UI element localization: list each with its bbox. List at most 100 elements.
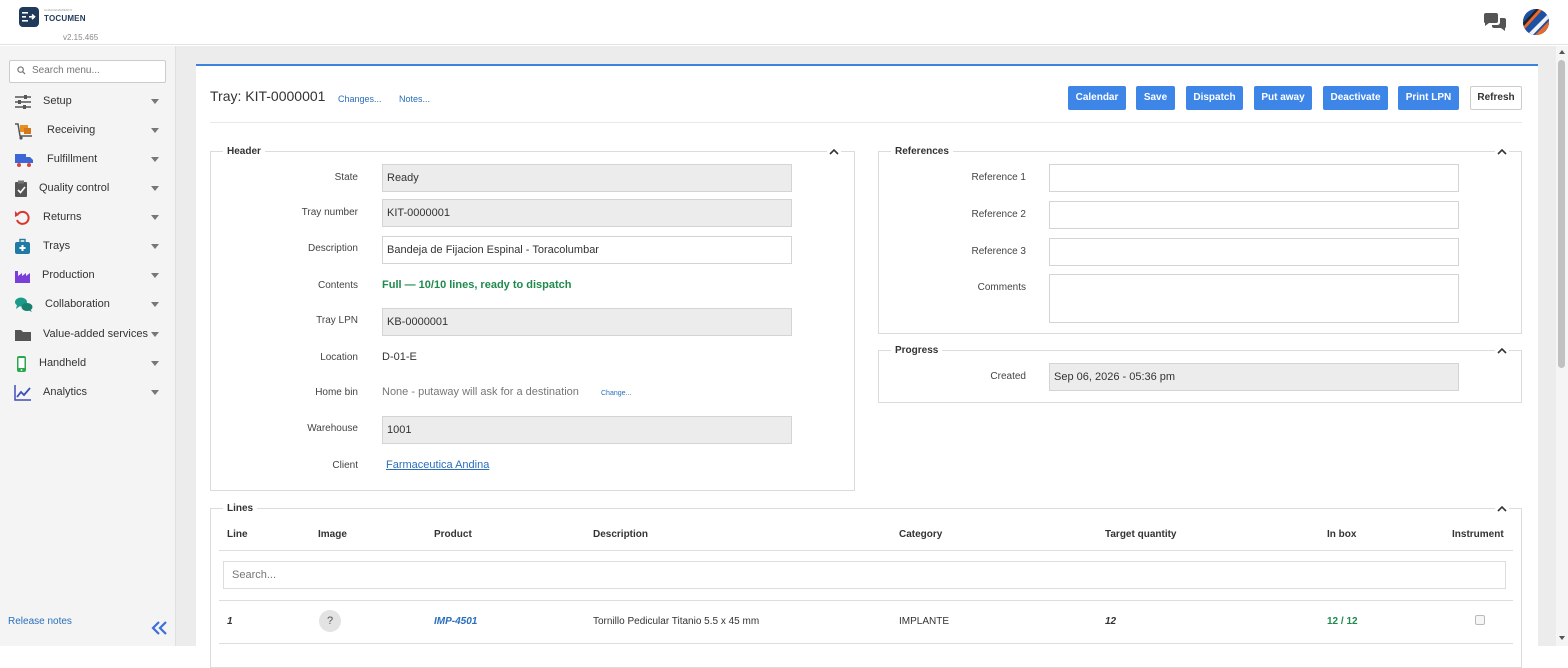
reference-2-label: Reference 2 <box>971 209 1026 220</box>
search-icon <box>17 66 26 78</box>
dolly-icon <box>14 122 32 140</box>
dispatch-button[interactable]: Dispatch <box>1186 86 1243 110</box>
chevron-down-icon <box>151 244 159 249</box>
save-button[interactable]: Save <box>1136 86 1175 110</box>
reference-3-label: Reference 3 <box>971 246 1026 257</box>
double-chevron-left-icon[interactable] <box>151 621 169 635</box>
sidebar-item-receiving[interactable]: Receiving <box>0 118 176 144</box>
medical-kit-icon <box>14 238 32 256</box>
in-box-count: 12 / 12 <box>1327 616 1358 627</box>
search-menu-input[interactable] <box>32 65 162 76</box>
lines-legend: Lines <box>223 503 258 514</box>
chevron-up-icon[interactable] <box>1495 345 1509 357</box>
chevron-up-icon[interactable] <box>1495 503 1509 515</box>
sidebar-item-label: Production <box>42 269 95 281</box>
warehouse-label: Warehouse <box>307 423 358 434</box>
chevron-down-icon <box>151 99 159 104</box>
reference-3-input[interactable] <box>1049 238 1459 266</box>
sidebar-item-label: Fulfillment <box>47 153 98 165</box>
progress-fieldset: Progress Created Sep 06, 2026 - 05:36 pm <box>878 345 1522 403</box>
sidebar-item-quality-control[interactable]: Quality control <box>0 176 176 202</box>
divider <box>210 122 1522 123</box>
target-quantity: 12 <box>1105 616 1117 627</box>
column-header-image[interactable]: Image <box>318 529 347 540</box>
scroll-up-icon[interactable] <box>1559 50 1565 54</box>
sidebar-item-analytics[interactable]: Analytics <box>0 380 176 406</box>
lines-search-box[interactable] <box>223 561 1506 589</box>
refresh-button[interactable]: Refresh <box>1470 86 1522 110</box>
sidebar-item-label: Collaboration <box>45 298 110 310</box>
reference-1-input[interactable] <box>1049 164 1459 192</box>
tray-number-label: Tray number <box>301 207 358 218</box>
description-field[interactable]: Bandeja de Fijacion Espinal - Toracolumb… <box>382 236 792 264</box>
chevron-down-icon <box>151 361 159 366</box>
line-number: 1 <box>227 616 233 627</box>
vertical-scrollbar[interactable] <box>1556 46 1568 646</box>
release-notes-link[interactable]: Release notes <box>8 616 72 627</box>
column-header-in-box[interactable]: In box <box>1327 529 1356 540</box>
row-divider <box>219 643 1513 644</box>
notes-link[interactable]: Notes... <box>399 94 430 104</box>
instrument-checkbox[interactable] <box>1475 615 1485 625</box>
location-label: Location <box>320 352 358 363</box>
column-header-product[interactable]: Product <box>434 529 472 540</box>
chevron-up-icon[interactable] <box>827 146 841 158</box>
clipboard-check-icon <box>14 180 32 198</box>
chat-bubbles-icon[interactable] <box>1482 12 1508 32</box>
logo-subtitle: ALMACENAMIENTO <box>44 8 73 12</box>
chevron-down-icon <box>151 390 159 395</box>
sidebar-item-returns[interactable]: Returns <box>0 205 176 231</box>
home-bin-label: Home bin <box>315 387 358 398</box>
lines-fieldset: Lines Line Image Product Description Cat… <box>210 503 1522 668</box>
print-lpn-button[interactable]: Print LPN <box>1398 86 1459 110</box>
header-legend: Header <box>223 146 265 157</box>
deactivate-button[interactable]: Deactivate <box>1323 86 1388 110</box>
sidebar-item-label: Returns <box>43 211 82 223</box>
references-legend: References <box>891 146 953 157</box>
sidebar-item-fulfillment[interactable]: Fulfillment <box>0 147 176 173</box>
sidebar-item-handheld[interactable]: Handheld <box>0 351 176 377</box>
comments-textarea[interactable] <box>1049 274 1459 323</box>
progress-legend: Progress <box>891 345 943 356</box>
created-field: Sep 06, 2026 - 05:36 pm <box>1049 363 1459 391</box>
tray-lpn-field: KB-0000001 <box>382 308 792 336</box>
state-field: Ready <box>382 164 792 192</box>
product-link[interactable]: IMP-4501 <box>434 616 477 627</box>
column-header-instrument[interactable]: Instrument <box>1452 529 1504 540</box>
column-header-target-quantity[interactable]: Target quantity <box>1105 529 1176 540</box>
sidebar-item-trays[interactable]: Trays <box>0 234 176 260</box>
line-category: IMPLANTE <box>899 616 950 627</box>
tray-card: Tray: KIT-0000001 Changes... Notes... Ca… <box>196 64 1538 668</box>
home-bin-change-link[interactable]: Change... <box>601 390 631 397</box>
client-link[interactable]: Farmaceutica Andina <box>386 459 489 471</box>
column-header-line[interactable]: Line <box>227 529 248 540</box>
chevron-up-icon[interactable] <box>1495 146 1509 158</box>
sidebar-item-production[interactable]: Production <box>0 263 176 289</box>
chevron-down-icon <box>151 273 159 278</box>
column-header-description[interactable]: Description <box>593 529 648 540</box>
folder-icon <box>14 326 32 344</box>
tray-number-field: KIT-0000001 <box>382 199 792 227</box>
user-avatar[interactable] <box>1523 9 1549 35</box>
app-logo-icon[interactable] <box>19 7 39 27</box>
search-menu-box[interactable] <box>9 60 166 83</box>
sliders-icon <box>14 93 32 111</box>
created-label: Created <box>990 371 1026 382</box>
scroll-down-icon[interactable] <box>1559 636 1565 640</box>
changes-link[interactable]: Changes... <box>338 94 382 104</box>
description-label: Description <box>307 243 358 254</box>
sidebar-item-label: Value-added services <box>43 328 148 340</box>
sidebar-item-setup[interactable]: Setup <box>0 89 176 115</box>
reference-2-input[interactable] <box>1049 201 1459 229</box>
column-header-category[interactable]: Category <box>899 529 942 540</box>
calendar-button[interactable]: Calendar <box>1068 86 1126 110</box>
lines-search-input[interactable] <box>232 569 1492 581</box>
row-divider <box>219 600 1513 601</box>
sidebar-item-collaboration[interactable]: Collaboration <box>0 292 176 318</box>
sidebar-item-value-added-services[interactable]: Value-added services <box>0 322 176 348</box>
put-away-button[interactable]: Put away <box>1254 86 1312 110</box>
factory-icon <box>14 267 32 285</box>
sidebar-item-label: Handheld <box>39 357 87 369</box>
chevron-down-icon <box>151 186 159 191</box>
scroll-thumb[interactable] <box>1558 60 1565 368</box>
